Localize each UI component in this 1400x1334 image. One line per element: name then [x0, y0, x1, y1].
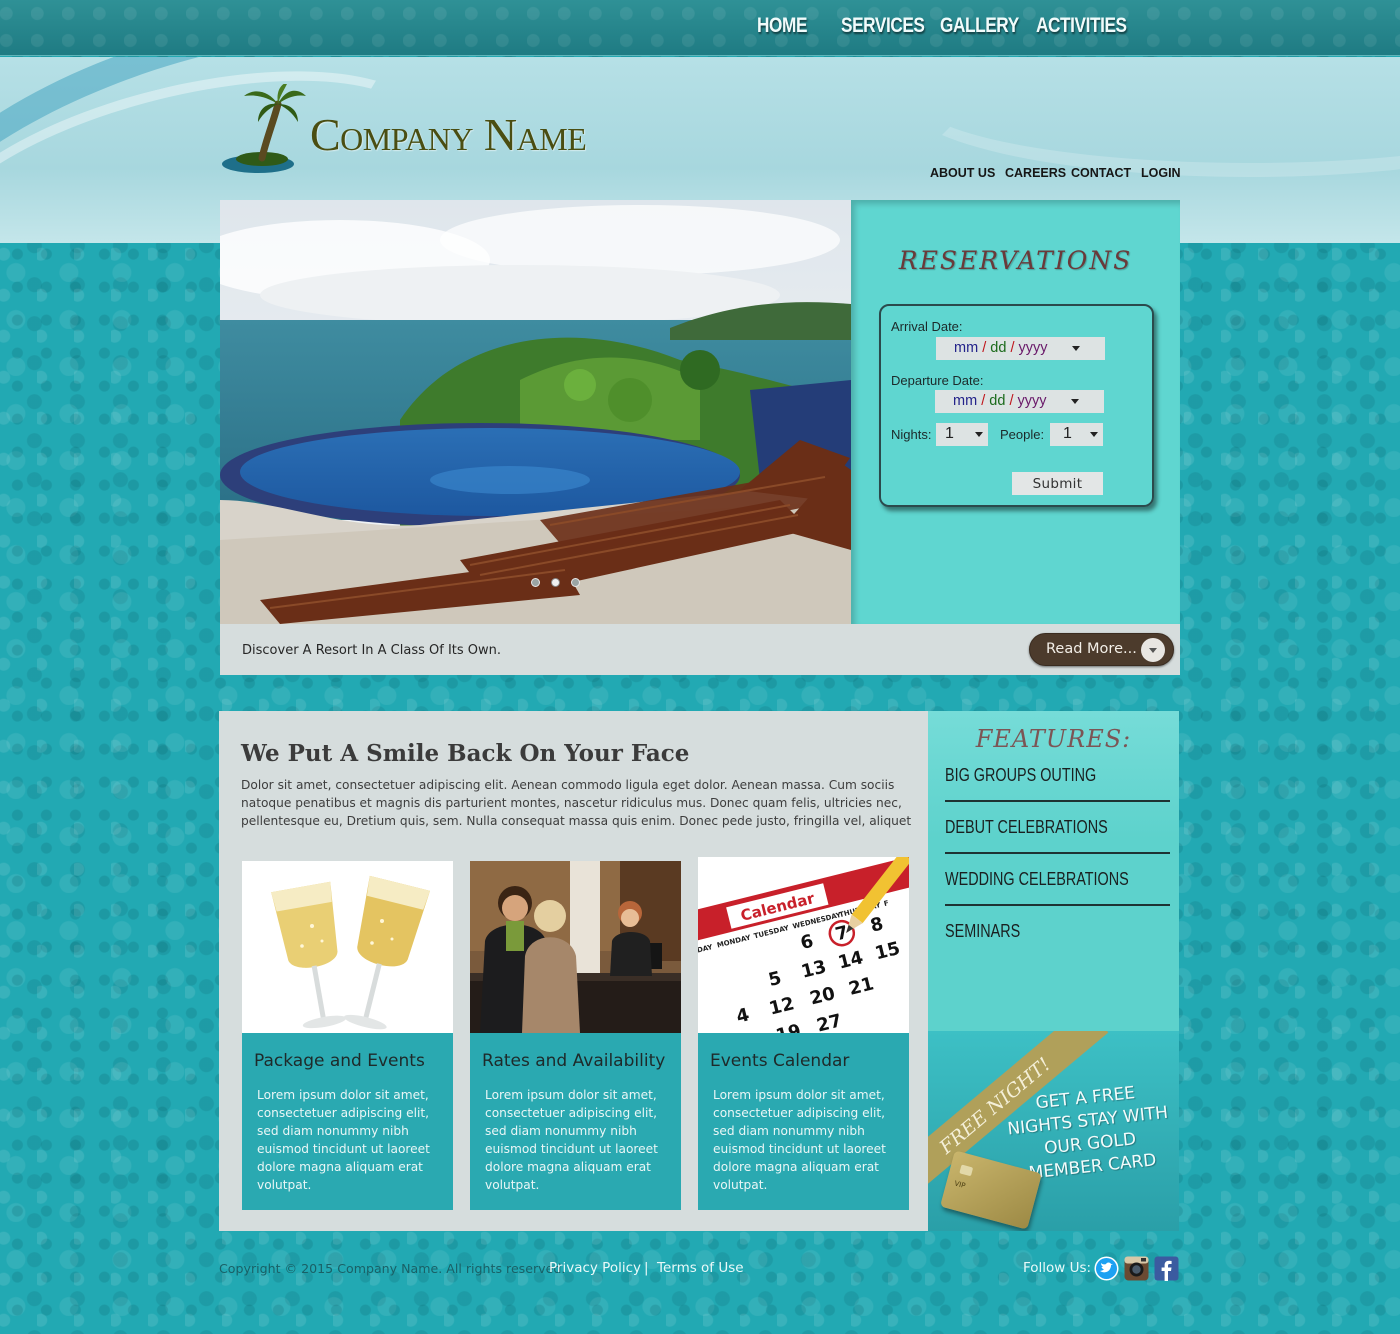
infinity-pool-photo: [220, 200, 851, 624]
nav-home[interactable]: HOME: [757, 14, 807, 38]
footer: Copyright © 2015 Company Name. All right…: [219, 1256, 1180, 1286]
nav-gallery[interactable]: GALLERY: [940, 14, 1019, 38]
features-title: FEATURES:: [975, 725, 1132, 753]
card-rates-availability[interactable]: Rates and Availability Lorem ipsum dolor…: [470, 861, 681, 1210]
slider-pagination: [531, 578, 591, 588]
chevron-down-icon: [1090, 432, 1098, 437]
submit-button[interactable]: Submit: [1012, 472, 1103, 495]
vip-card-label: VIP: [953, 1179, 967, 1191]
calendar-image: Calendar UNDAY MONDAY TUESDAY WEDNESDAY …: [698, 857, 909, 1033]
card-events-calendar[interactable]: Calendar UNDAY MONDAY TUESDAY WEDNESDAY …: [698, 857, 909, 1210]
card-title: Rates and Availability: [482, 1051, 666, 1071]
nav-about-us[interactable]: ABOUT US: [930, 166, 995, 180]
main-content-panel: We Put A Smile Back On Your Face Dolor s…: [219, 711, 928, 1231]
footer-separator: |: [644, 1260, 649, 1276]
slide-dot-active[interactable]: [551, 578, 560, 587]
company-name: Company Name: [310, 109, 587, 160]
nav-careers[interactable]: CAREERS: [1005, 166, 1066, 180]
reservation-form: Arrival Date: mm / dd / yyyy Departure D…: [879, 304, 1154, 507]
slide-dot[interactable]: [531, 578, 540, 587]
nights-select[interactable]: 1: [936, 423, 988, 446]
card-title: Package and Events: [254, 1051, 425, 1071]
card-text: Lorem ipsum dolor sit amet, consectetuer…: [257, 1088, 430, 1192]
divider: [945, 852, 1170, 854]
copyright-text: Copyright © 2015 Company Name. All right…: [219, 1261, 566, 1276]
card-text: Lorem ipsum dolor sit amet, consectetuer…: [713, 1088, 886, 1192]
card-chip: [959, 1164, 974, 1177]
feature-debut-celebrations[interactable]: DEBUT CELEBRATIONS: [945, 817, 1169, 847]
chevron-down-icon: [975, 432, 983, 437]
reservations-panel: RESERVATIONS Arrival Date: mm / dd / yyy…: [851, 200, 1180, 624]
read-more-label: Read More...: [1046, 641, 1137, 657]
feature-wedding-celebrations[interactable]: WEDDING CELEBRATIONS: [945, 869, 1169, 899]
card-text: Lorem ipsum dolor sit amet, consectetuer…: [485, 1088, 658, 1192]
nav-contact[interactable]: CONTACT: [1071, 166, 1131, 180]
hero-caption: Discover A Resort In A Class Of Its Own.: [242, 643, 502, 658]
nav-activities[interactable]: ACTIVITIES: [1036, 14, 1127, 38]
slide-dot[interactable]: [571, 578, 580, 587]
instagram-icon[interactable]: [1124, 1256, 1149, 1281]
nav-services[interactable]: SERVICES: [841, 14, 925, 38]
chevron-down-icon: [1141, 638, 1165, 662]
champagne-glasses-image: [242, 861, 453, 1033]
departure-date-label: Departure Date:: [891, 373, 984, 388]
people-select[interactable]: 1: [1050, 423, 1103, 446]
read-more-button[interactable]: Read More...: [1029, 633, 1174, 666]
feature-seminars[interactable]: SEMINARS: [945, 921, 1169, 951]
departure-date-input[interactable]: mm / dd / yyyy: [935, 390, 1104, 413]
divider: [945, 904, 1170, 906]
hero-caption-bar: Discover A Resort In A Class Of Its Own.…: [220, 624, 1180, 675]
reservations-title: RESERVATIONS: [898, 246, 1133, 275]
card-title: Events Calendar: [710, 1051, 850, 1071]
nav-login[interactable]: LOGIN: [1141, 166, 1181, 180]
features-panel: FEATURES: BIG GROUPS OUTING DEBUT CELEBR…: [928, 711, 1179, 1031]
privacy-policy-link[interactable]: Privacy Policy: [549, 1260, 641, 1276]
content-intro: Dolor sit amet, consectetuer adipiscing …: [241, 778, 912, 828]
facebook-icon[interactable]: [1154, 1256, 1179, 1281]
decorative-wave: [900, 57, 1400, 177]
feature-big-groups-outing[interactable]: BIG GROUPS OUTING: [945, 765, 1169, 795]
arrival-date-input[interactable]: mm / dd / yyyy: [936, 337, 1105, 360]
chevron-down-icon: [1072, 346, 1080, 351]
arrival-date-label: Arrival Date:: [891, 319, 963, 334]
hero-slide-image: [220, 200, 851, 624]
hotel-reception-image: [470, 861, 681, 1033]
company-logo[interactable]: Company Name: [218, 84, 587, 180]
nights-label: Nights:: [891, 427, 932, 442]
follow-us-label: Follow Us:: [1023, 1260, 1092, 1276]
twitter-icon[interactable]: [1094, 1256, 1119, 1281]
people-label: People:: [1000, 427, 1045, 442]
divider: [945, 800, 1170, 802]
palm-tree-island-icon: [222, 84, 306, 173]
gold-member-promo-banner[interactable]: FREE NIGHT! GET A FREE NIGHTS STAY WITH …: [928, 1031, 1179, 1231]
content-title: We Put A Smile Back On Your Face: [241, 740, 690, 767]
terms-of-use-link[interactable]: Terms of Use: [657, 1260, 744, 1276]
top-navigation-bar: HOME SERVICES GALLERY ACTIVITIES: [0, 0, 1400, 56]
chevron-down-icon: [1071, 399, 1079, 404]
card-package-events[interactable]: Package and Events Lorem ipsum dolor sit…: [242, 861, 453, 1210]
